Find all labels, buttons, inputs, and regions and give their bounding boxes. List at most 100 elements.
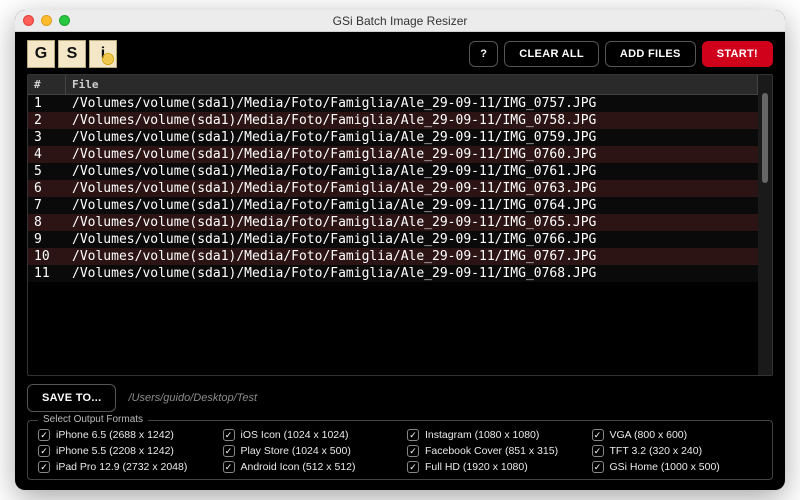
format-label: iOS Icon (1024 x 1024) — [241, 429, 349, 441]
close-icon[interactable] — [23, 15, 34, 26]
content: G S i ? CLEAR ALL ADD FILES START! # Fil… — [15, 32, 785, 490]
output-formats-group: Select Output Formats iPhone 6.5 (2688 x… — [27, 420, 773, 480]
table-row[interactable]: 6/Volumes/volume(sda1)/Media/Foto/Famigl… — [28, 180, 758, 197]
checkbox-icon[interactable] — [407, 461, 419, 473]
cell-file: /Volumes/volume(sda1)/Media/Foto/Famigli… — [66, 265, 758, 282]
col-index[interactable]: # — [28, 75, 66, 94]
window-controls — [23, 15, 70, 26]
clear-all-button[interactable]: CLEAR ALL — [504, 41, 599, 67]
table-row[interactable]: 9/Volumes/volume(sda1)/Media/Foto/Famigl… — [28, 231, 758, 248]
format-option[interactable]: iPhone 6.5 (2688 x 1242) — [38, 429, 209, 441]
cell-index: 9 — [28, 231, 66, 248]
table-header: # File — [28, 75, 758, 95]
format-option[interactable]: TFT 3.2 (320 x 240) — [592, 445, 763, 457]
app-window: GSi Batch Image Resizer G S i ? CLEAR AL… — [15, 10, 785, 490]
cell-index: 2 — [28, 112, 66, 129]
save-path: /Users/guido/Desktop/Test — [128, 392, 257, 404]
format-option[interactable]: VGA (800 x 600) — [592, 429, 763, 441]
checkbox-icon[interactable] — [592, 461, 604, 473]
add-files-button[interactable]: ADD FILES — [605, 41, 696, 67]
help-button[interactable]: ? — [469, 41, 498, 67]
format-option[interactable]: iPad Pro 12.9 (2732 x 2048) — [38, 461, 209, 473]
cell-file: /Volumes/volume(sda1)/Media/Foto/Famigli… — [66, 231, 758, 248]
format-option[interactable]: Full HD (1920 x 1080) — [407, 461, 578, 473]
minimize-icon[interactable] — [41, 15, 52, 26]
table-row[interactable]: 3/Volumes/volume(sda1)/Media/Foto/Famigl… — [28, 129, 758, 146]
checkbox-icon[interactable] — [592, 445, 604, 457]
checkbox-icon[interactable] — [223, 445, 235, 457]
cell-file: /Volumes/volume(sda1)/Media/Foto/Famigli… — [66, 248, 758, 265]
table-row[interactable]: 11/Volumes/volume(sda1)/Media/Foto/Famig… — [28, 265, 758, 282]
cell-index: 11 — [28, 265, 66, 282]
table-inner: # File 1/Volumes/volume(sda1)/Media/Foto… — [28, 75, 758, 375]
cell-file: /Volumes/volume(sda1)/Media/Foto/Famigli… — [66, 112, 758, 129]
logo-tile: S — [58, 40, 86, 68]
checkbox-icon[interactable] — [223, 461, 235, 473]
checkbox-icon[interactable] — [407, 429, 419, 441]
table-row[interactable]: 2/Volumes/volume(sda1)/Media/Foto/Famigl… — [28, 112, 758, 129]
cell-file: /Volumes/volume(sda1)/Media/Foto/Famigli… — [66, 180, 758, 197]
format-label: Facebook Cover (851 x 315) — [425, 445, 558, 457]
save-row: SAVE TO... /Users/guido/Desktop/Test — [27, 384, 773, 412]
checkbox-icon[interactable] — [38, 429, 50, 441]
format-option[interactable]: iPhone 5.5 (2208 x 1242) — [38, 445, 209, 457]
app-logo: G S i — [27, 40, 117, 68]
cell-file: /Volumes/volume(sda1)/Media/Foto/Famigli… — [66, 197, 758, 214]
table-row[interactable]: 7/Volumes/volume(sda1)/Media/Foto/Famigl… — [28, 197, 758, 214]
zoom-icon[interactable] — [59, 15, 70, 26]
table-row[interactable]: 5/Volumes/volume(sda1)/Media/Foto/Famigl… — [28, 163, 758, 180]
checkbox-icon[interactable] — [38, 445, 50, 457]
cell-file: /Volumes/volume(sda1)/Media/Foto/Famigli… — [66, 129, 758, 146]
format-option[interactable]: Facebook Cover (851 x 315) — [407, 445, 578, 457]
format-label: iPad Pro 12.9 (2732 x 2048) — [56, 461, 187, 473]
cell-file: /Volumes/volume(sda1)/Media/Foto/Famigli… — [66, 146, 758, 163]
checkbox-icon[interactable] — [592, 429, 604, 441]
format-label: iPhone 6.5 (2688 x 1242) — [56, 429, 174, 441]
cell-index: 8 — [28, 214, 66, 231]
format-label: Full HD (1920 x 1080) — [425, 461, 528, 473]
titlebar: GSi Batch Image Resizer — [15, 10, 785, 32]
table-body: 1/Volumes/volume(sda1)/Media/Foto/Famigl… — [28, 95, 758, 375]
format-label: Android Icon (512 x 512) — [241, 461, 356, 473]
formats-legend: Select Output Formats — [38, 414, 148, 425]
cell-index: 4 — [28, 146, 66, 163]
cell-index: 10 — [28, 248, 66, 265]
format-option[interactable]: Play Store (1024 x 500) — [223, 445, 394, 457]
cell-index: 3 — [28, 129, 66, 146]
col-file[interactable]: File — [66, 75, 758, 94]
table-row[interactable]: 10/Volumes/volume(sda1)/Media/Foto/Famig… — [28, 248, 758, 265]
checkbox-icon[interactable] — [223, 429, 235, 441]
checkbox-icon[interactable] — [407, 445, 419, 457]
format-label: Instagram (1080 x 1080) — [425, 429, 539, 441]
cell-index: 1 — [28, 95, 66, 112]
format-option[interactable]: iOS Icon (1024 x 1024) — [223, 429, 394, 441]
table-row[interactable]: 4/Volumes/volume(sda1)/Media/Foto/Famigl… — [28, 146, 758, 163]
cell-file: /Volumes/volume(sda1)/Media/Foto/Famigli… — [66, 95, 758, 112]
checkbox-icon[interactable] — [38, 461, 50, 473]
format-label: iPhone 5.5 (2208 x 1242) — [56, 445, 174, 457]
cell-file: /Volumes/volume(sda1)/Media/Foto/Famigli… — [66, 214, 758, 231]
format-label: VGA (800 x 600) — [610, 429, 688, 441]
cell-index: 7 — [28, 197, 66, 214]
table-row[interactable]: 8/Volumes/volume(sda1)/Media/Foto/Famigl… — [28, 214, 758, 231]
start-button[interactable]: START! — [702, 41, 773, 67]
top-row: G S i ? CLEAR ALL ADD FILES START! — [27, 40, 773, 68]
toolbar: ? CLEAR ALL ADD FILES START! — [469, 41, 773, 67]
table-row[interactable]: 1/Volumes/volume(sda1)/Media/Foto/Famigl… — [28, 95, 758, 112]
format-option[interactable]: Android Icon (512 x 512) — [223, 461, 394, 473]
save-to-button[interactable]: SAVE TO... — [27, 384, 116, 412]
file-table: # File 1/Volumes/volume(sda1)/Media/Foto… — [27, 74, 773, 376]
cell-index: 6 — [28, 180, 66, 197]
format-option[interactable]: GSi Home (1000 x 500) — [592, 461, 763, 473]
format-label: TFT 3.2 (320 x 240) — [610, 445, 703, 457]
window-title: GSi Batch Image Resizer — [15, 14, 785, 28]
format-option[interactable]: Instagram (1080 x 1080) — [407, 429, 578, 441]
cell-index: 5 — [28, 163, 66, 180]
logo-tile: G — [27, 40, 55, 68]
format-label: Play Store (1024 x 500) — [241, 445, 351, 457]
formats-grid: iPhone 6.5 (2688 x 1242) iOS Icon (1024 x… — [38, 429, 762, 473]
logo-tile: i — [89, 40, 117, 68]
vertical-scrollbar[interactable] — [758, 75, 772, 375]
cell-file: /Volumes/volume(sda1)/Media/Foto/Famigli… — [66, 163, 758, 180]
format-label: GSi Home (1000 x 500) — [610, 461, 720, 473]
